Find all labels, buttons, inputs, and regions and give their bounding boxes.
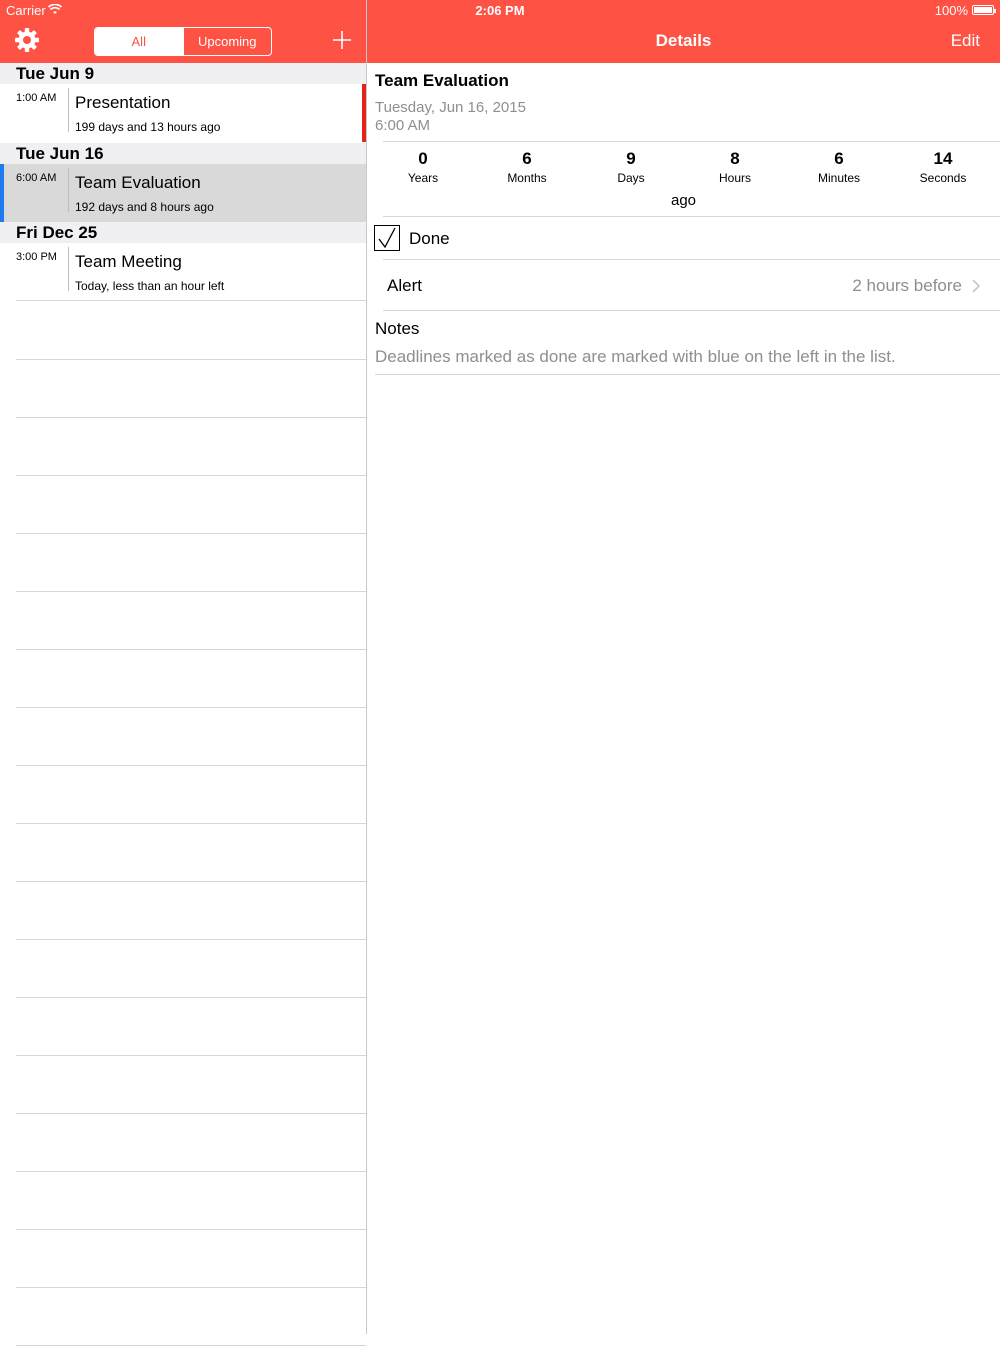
status-bar: Carrier 2:06 PM 100% (0, 0, 1000, 20)
past-deadline-marker (362, 84, 366, 142)
countdown-years: 0 Years (371, 149, 475, 185)
countdown-ago-label: ago (670, 192, 697, 209)
countdown-value: 14 (933, 149, 953, 168)
row-separator (16, 1229, 366, 1230)
countdown-value: 0 (418, 149, 428, 168)
navigation-bar: Carrier 2:06 PM 100% All Upcoming Detail… (0, 0, 1000, 63)
item-title: Team Evaluation (75, 173, 201, 192)
list-item[interactable]: 3:00 PM Team Meeting Today, less than an… (0, 243, 366, 301)
countdown-seconds: 14 Seconds (891, 149, 995, 185)
done-checkbox[interactable] (374, 225, 400, 251)
countdown-unit-label: Days (617, 171, 645, 185)
countdown-months: 6 Months (475, 149, 579, 185)
separator (383, 259, 1000, 260)
section-header: Tue Jun 16 (0, 143, 366, 164)
countdown-unit-label: Months (507, 171, 547, 185)
notes-text: Deadlines marked as done are marked with… (375, 347, 896, 366)
row-separator (16, 881, 366, 882)
item-time: 6:00 AM (16, 172, 57, 184)
row-separator (16, 649, 366, 650)
row-separator (16, 359, 366, 360)
section-header-label: Fri Dec 25 (16, 223, 98, 242)
item-subtitle: 192 days and 8 hours ago (75, 200, 214, 214)
row-separator (16, 997, 366, 998)
row-separator (16, 939, 366, 940)
row-separator (16, 300, 366, 301)
item-divider (68, 247, 69, 291)
row-separator (16, 823, 366, 824)
section-header: Fri Dec 25 (0, 222, 366, 243)
countdown-unit-label: Minutes (817, 171, 861, 185)
item-subtitle: 199 days and 13 hours ago (75, 120, 221, 134)
countdown-minutes: 6 Minutes (787, 149, 891, 185)
countdown-value: 9 (626, 149, 636, 168)
separator (383, 216, 1000, 217)
row-separator (16, 533, 366, 534)
row-separator (16, 1055, 366, 1056)
item-subtitle: Today, less than an hour left (75, 279, 225, 293)
battery-icon (972, 5, 996, 15)
done-label: Done (409, 229, 450, 248)
countdown-value: 8 (730, 149, 740, 168)
item-time: 3:00 PM (16, 251, 57, 263)
countdown-unit-label: Seconds (919, 171, 967, 185)
chevron-right-icon (972, 279, 981, 293)
add-plus-icon[interactable] (330, 28, 354, 52)
countdown-days: 9 Days (579, 149, 683, 185)
row-separator (16, 765, 366, 766)
row-separator (16, 1171, 366, 1172)
row-separator (16, 417, 366, 418)
countdown-unit-label: Hours (718, 171, 751, 185)
checkmark-icon (378, 227, 396, 249)
done-marker (0, 164, 4, 222)
row-separator (16, 707, 366, 708)
section-header: Tue Jun 9 (0, 63, 366, 84)
row-separator (16, 475, 366, 476)
edit-button[interactable]: Edit (951, 31, 980, 51)
countdown-value: 6 (834, 149, 844, 168)
item-title: Presentation (75, 93, 171, 112)
item-title: Team Meeting (75, 252, 182, 271)
item-divider (68, 168, 69, 212)
segment-upcoming[interactable]: Upcoming (182, 28, 272, 55)
separator (383, 310, 1000, 311)
deadline-list: Tue Jun 9 1:00 AM Presentation 199 days … (0, 63, 366, 1346)
countdown-hours: 8 Hours (683, 149, 787, 185)
item-time: 1:00 AM (16, 92, 57, 104)
settings-gear-icon[interactable] (14, 27, 40, 53)
section-header-label: Tue Jun 9 (16, 64, 95, 83)
detail-time: 6:00 AM (375, 117, 431, 134)
notes-label: Notes (375, 319, 420, 338)
list-item[interactable]: 6:00 AM Team Evaluation 192 days and 8 h… (0, 164, 366, 222)
countdown-value: 6 (522, 149, 532, 168)
row-separator (16, 1287, 366, 1288)
status-time: 2:06 PM (475, 3, 525, 18)
segment-all[interactable]: All (95, 28, 183, 55)
separator (383, 141, 1000, 142)
detail-title: Team Evaluation (375, 71, 509, 90)
list-item[interactable]: 1:00 AM Presentation 199 days and 13 hou… (0, 84, 366, 142)
section-header-label: Tue Jun 16 (16, 144, 104, 163)
separator (375, 374, 1000, 375)
alert-row[interactable]: Alert 2 hours before (367, 262, 1000, 310)
detail-date: Tuesday, Jun 16, 2015 (375, 99, 526, 116)
battery-percentage: 100% (934, 3, 968, 18)
alert-label: Alert (387, 276, 422, 295)
item-divider (68, 88, 69, 132)
row-separator (16, 1113, 366, 1114)
countdown-unit-label: Years (407, 171, 439, 185)
filter-segmented-control: All Upcoming (94, 27, 272, 56)
alert-value: 2 hours before (852, 276, 962, 295)
details-title: Details (655, 31, 712, 50)
row-separator (16, 591, 366, 592)
